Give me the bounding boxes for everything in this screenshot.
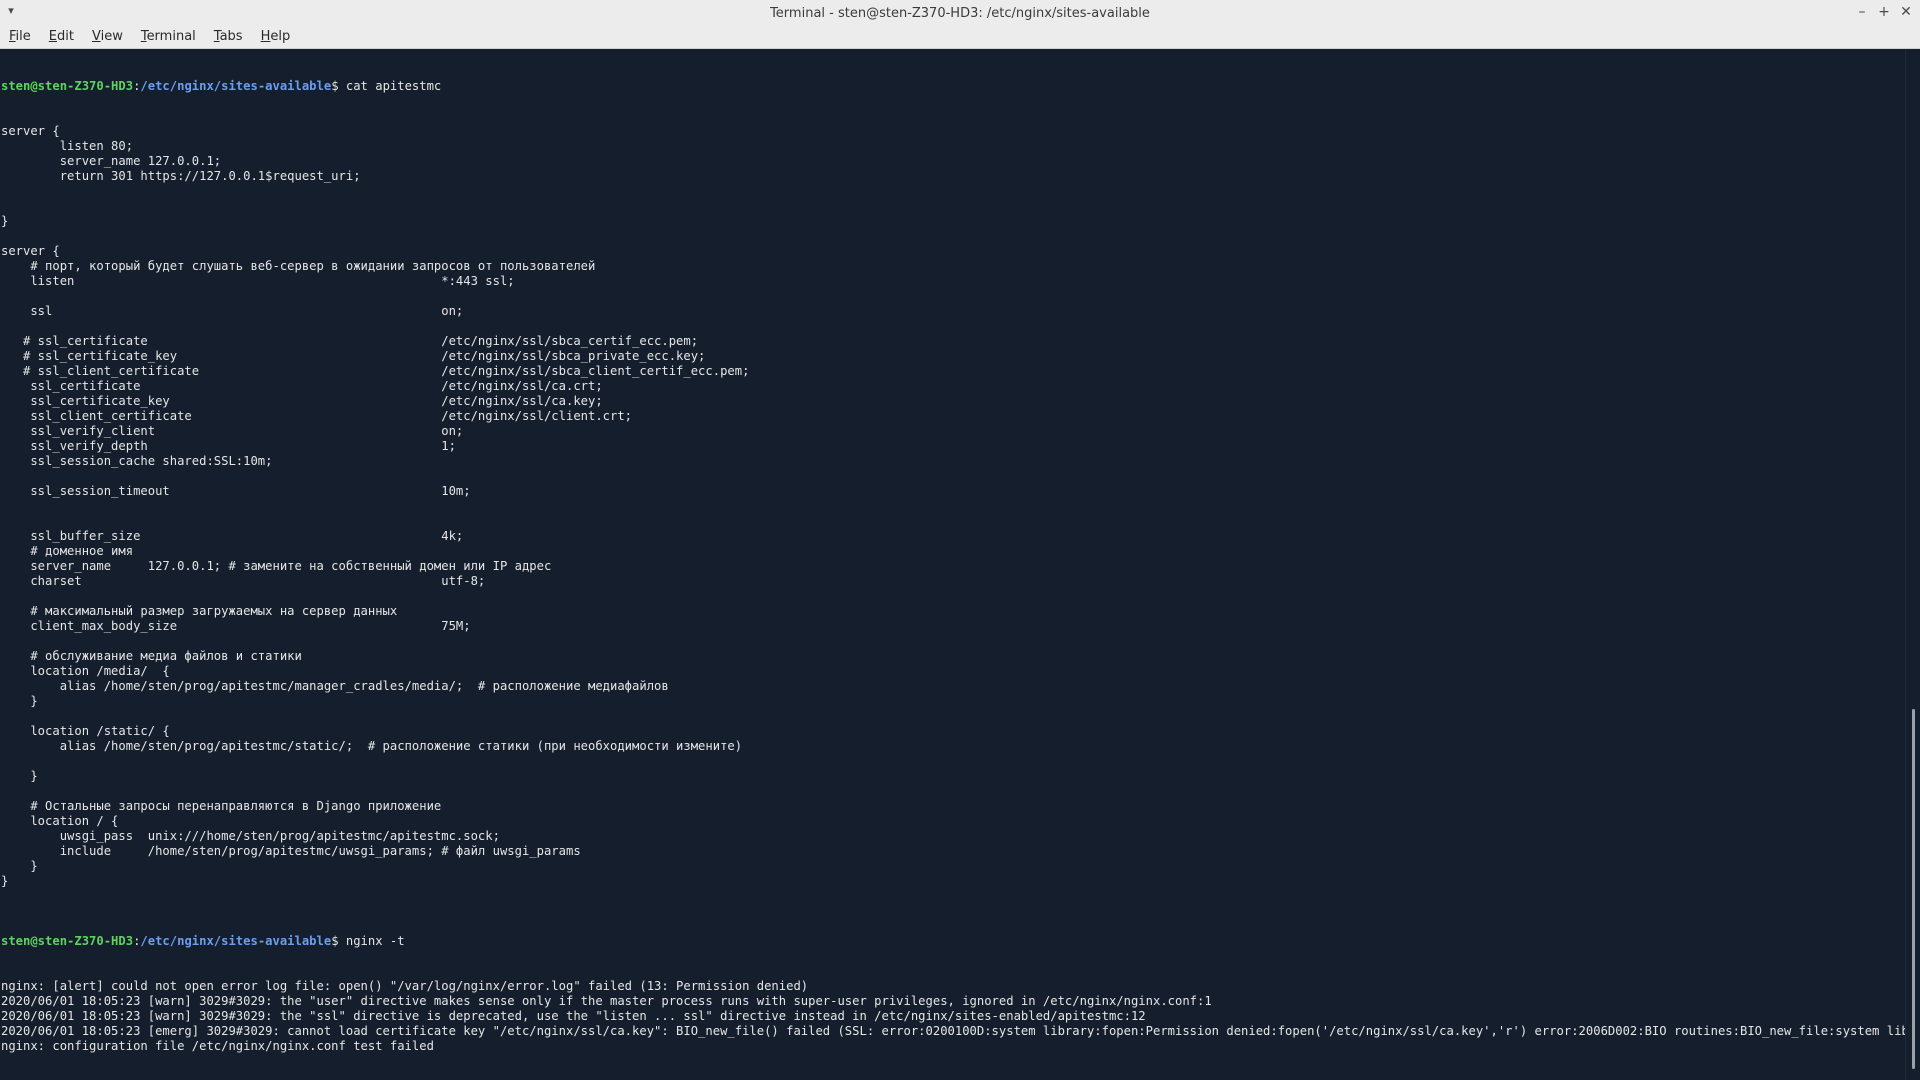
window-titlebar[interactable]: ▾ Terminal - sten@sten-Z370-HD3: /etc/ng… — [0, 0, 1920, 27]
terminal-line: ssl_session_timeout 10m; — [1, 484, 471, 498]
menu-tabs[interactable]: Tabs — [205, 26, 252, 48]
terminal-line: server_name 127.0.0.1; — [1, 154, 222, 168]
window-controls: – + ✕ — [1854, 3, 1914, 21]
minimize-icon[interactable]: – — [1854, 3, 1870, 21]
prompt-line: sten@sten-Z370-HD3:/etc/nginx/sites-avai… — [1, 934, 405, 948]
prompt-path: /etc/nginx/sites-available — [140, 934, 332, 948]
terminal-line: server { — [1, 244, 60, 258]
terminal-line: # обслуживание медиа файлов и статики — [1, 649, 302, 663]
terminal-line: } — [1, 769, 38, 783]
scrollbar-thumb[interactable] — [1912, 709, 1915, 1069]
menu-edit[interactable]: Edit — [40, 26, 83, 48]
terminal-line: ssl on; — [1, 304, 464, 318]
terminal-line: # порт, который будет слушать веб-сервер… — [1, 259, 596, 273]
terminal-line: ssl_buffer_size 4k; — [1, 529, 464, 543]
terminal-line: # ssl_certificate /etc/nginx/ssl/sbca_ce… — [1, 334, 699, 348]
terminal-content: sten@sten-Z370-HD3:/etc/nginx/sites-avai… — [0, 49, 1906, 1080]
menu-bar: File Edit View Terminal Tabs Help — [0, 26, 1920, 49]
terminal-line: client_max_body_size 75M; — [1, 619, 471, 633]
terminal-line: uwsgi_pass unix:///home/sten/prog/apites… — [1, 829, 500, 843]
terminal-line: nginx: configuration file /etc/nginx/ngi… — [1, 1039, 434, 1053]
terminal-line: # Остальные запросы перенаправляются в D… — [1, 799, 442, 813]
terminal-line: } — [1, 859, 38, 873]
terminal-line: ssl_verify_client on; — [1, 424, 464, 438]
terminal-line: include /home/sten/prog/apitestmc/uwsgi_… — [1, 844, 581, 858]
terminal-line: ssl_client_certificate /etc/nginx/ssl/cl… — [1, 409, 633, 423]
terminal-line: } — [1, 214, 9, 228]
terminal-line: ssl_verify_depth 1; — [1, 439, 456, 453]
menu-terminal[interactable]: Terminal — [132, 26, 205, 48]
prompt-path: /etc/nginx/sites-available — [140, 79, 332, 93]
terminal-line: location / { — [1, 814, 119, 828]
terminal-line: listen *:443 ssl; — [1, 274, 515, 288]
terminal-line: ssl_certificate_key /etc/nginx/ssl/ca.ke… — [1, 394, 603, 408]
close-icon[interactable]: ✕ — [1898, 3, 1914, 21]
prompt-line: sten@sten-Z370-HD3:/etc/nginx/sites-avai… — [1, 79, 442, 93]
menu-view[interactable]: View — [83, 26, 132, 48]
terminal-line: # ssl_certificate_key /etc/nginx/ssl/sbc… — [1, 349, 706, 363]
prompt-user: sten@sten-Z370-HD3 — [1, 934, 134, 948]
terminal-line: } — [1, 874, 9, 888]
nginx-test-output: nginx: [alert] could not open error log … — [1, 979, 1906, 1054]
terminal-line: ssl_certificate /etc/nginx/ssl/ca.crt; — [1, 379, 603, 393]
menu-help[interactable]: Help — [252, 26, 300, 48]
menu-file[interactable]: File — [0, 26, 40, 48]
terminal-line: alias /home/sten/prog/apitestmc/static/;… — [1, 739, 743, 753]
terminal-scrollbar[interactable] — [1905, 49, 1920, 1080]
terminal-line: alias /home/sten/prog/apitestmc/manager_… — [1, 679, 669, 693]
terminal-line: location /media/ { — [1, 664, 170, 678]
terminal-line: location /static/ { — [1, 724, 170, 738]
terminal-line: charset utf-8; — [1, 574, 486, 588]
terminal-line: server { — [1, 124, 60, 138]
terminal-line: server_name 127.0.0.1; # замените на соб… — [1, 559, 552, 573]
terminal-line: nginx: [alert] could not open error log … — [1, 979, 809, 993]
command-text: nginx -t — [338, 934, 405, 948]
terminal-line: 2020/06/01 18:05:23 [warn] 3029#3029: th… — [1, 994, 1212, 1008]
terminal-line: } — [1, 694, 38, 708]
terminal-line: 2020/06/01 18:05:23 [warn] 3029#3029: th… — [1, 1009, 1146, 1023]
terminal-line: # максимальный размер загружаемых на сер… — [1, 604, 398, 618]
window-title: Terminal - sten@sten-Z370-HD3: /etc/ngin… — [770, 5, 1150, 21]
terminal-line: listen 80; — [1, 139, 134, 153]
window-menu-icon[interactable]: ▾ — [4, 4, 18, 20]
prompt-user: sten@sten-Z370-HD3 — [1, 79, 134, 93]
command-text: cat apitestmc — [338, 79, 442, 93]
terminal-line: return 301 https://127.0.0.1$request_uri… — [1, 169, 361, 183]
file-output: server { listen 80; server_name 127.0.0.… — [1, 124, 1906, 904]
terminal-output[interactable]: sten@sten-Z370-HD3:/etc/nginx/sites-avai… — [0, 49, 1906, 1080]
terminal-line: 2020/06/01 18:05:23 [emerg] 3029#3029: c… — [1, 1024, 1906, 1038]
prompt-symbol: $ — [331, 79, 339, 93]
maximize-icon[interactable]: + — [1876, 3, 1892, 21]
terminal-line: ssl_session_cache shared:SSL:10m; — [1, 454, 273, 468]
prompt-symbol: $ — [331, 934, 339, 948]
terminal-line: # ssl_client_certificate /etc/nginx/ssl/… — [1, 364, 750, 378]
terminal-line: # доменное имя — [1, 544, 134, 558]
